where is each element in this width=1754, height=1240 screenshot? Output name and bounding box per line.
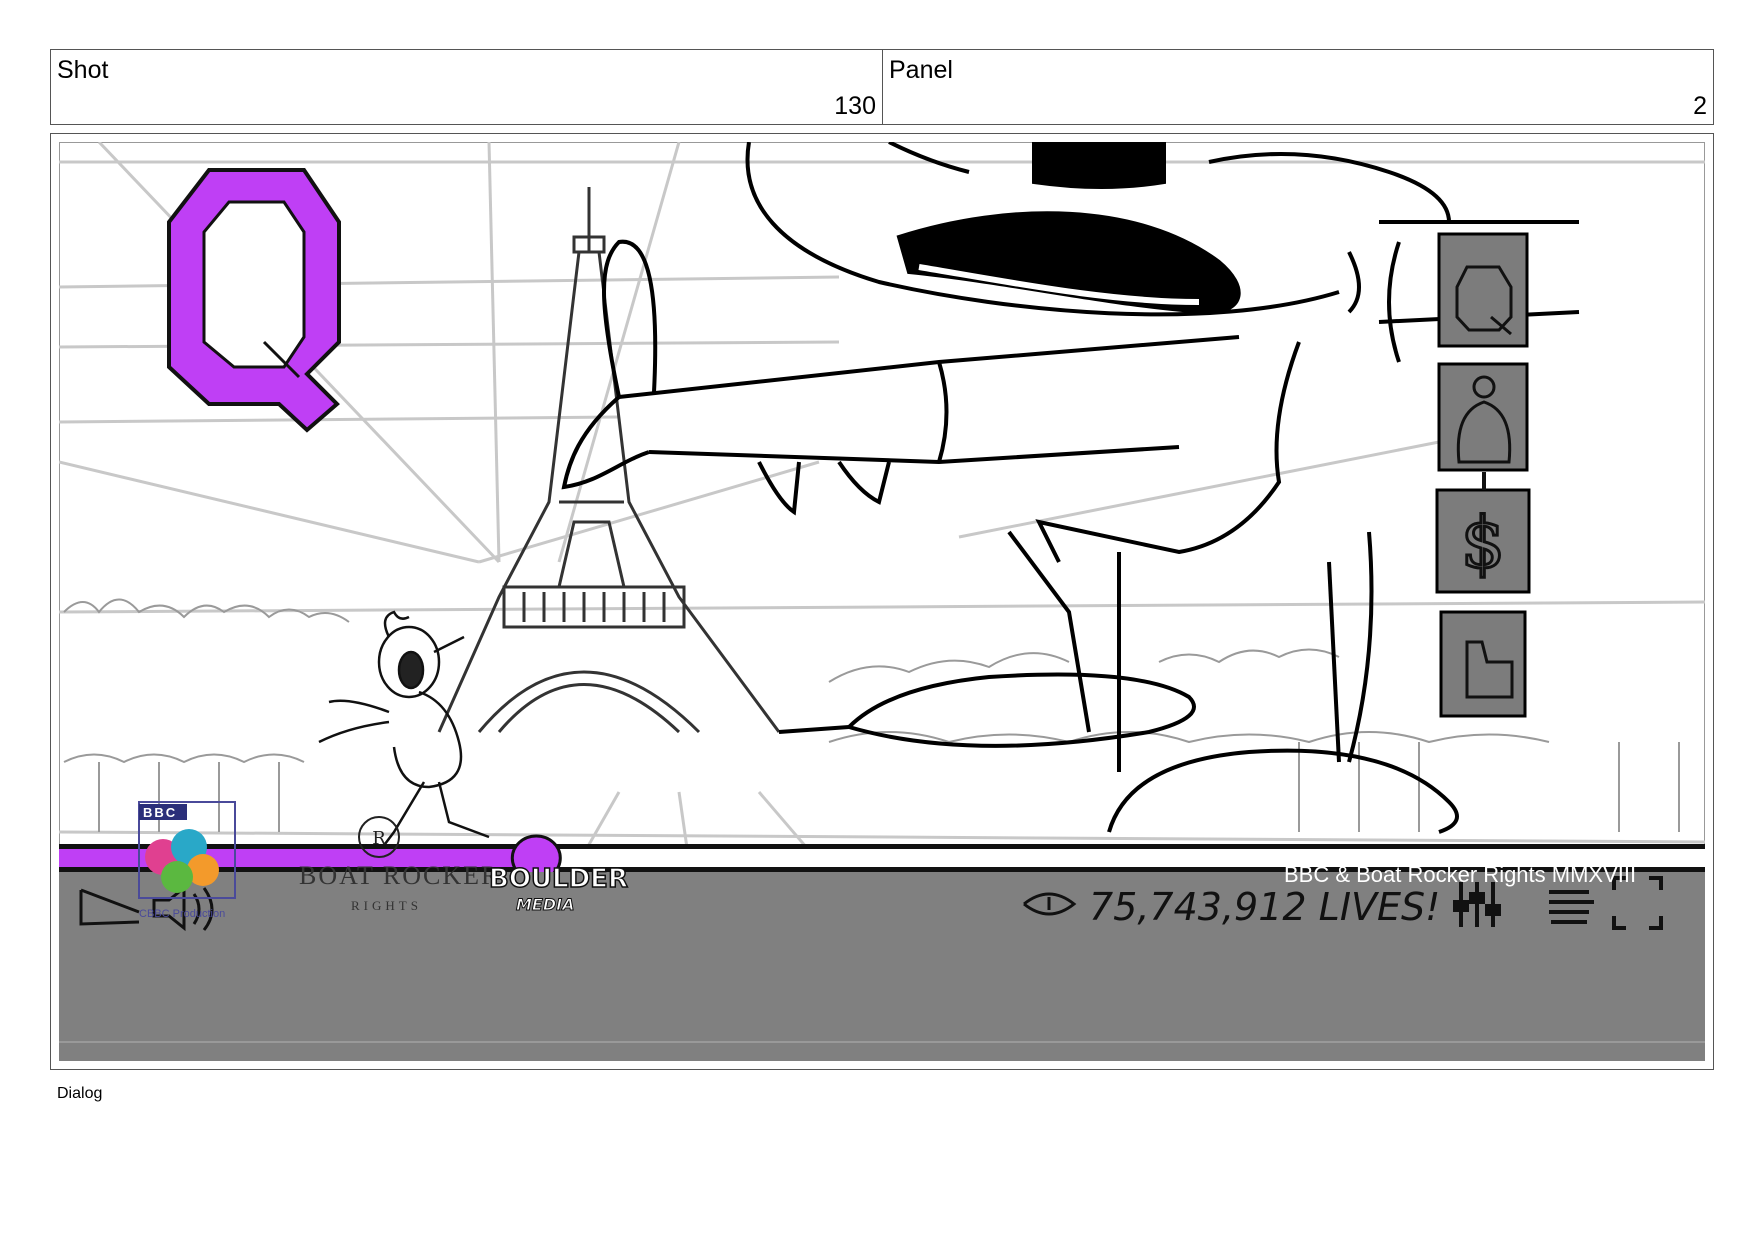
panel-number: 2 (1693, 92, 1707, 120)
svg-text:R: R (372, 828, 386, 849)
shot-label: Shot (57, 56, 109, 84)
boulder-sub: MEDIA (516, 895, 574, 914)
shot-panel-header: Shot 130 Panel 2 (50, 49, 1714, 125)
view-count: 75,743,912 LIVES! (1089, 885, 1440, 929)
panel-cell: Panel 2 (883, 50, 1713, 124)
shot-number: 130 (834, 92, 876, 120)
storyboard-frame: $ 75,743,912 LIVES! BBC & Boat Rocker Ri… (50, 133, 1714, 1070)
cbbc-caption: CBBC Production (139, 908, 225, 920)
copyright-text: BBC & Boat Rocker Rights MMXVIII (1284, 862, 1636, 887)
boat-rocker-sub: RIGHTS (351, 898, 422, 913)
equalizer-icon (1453, 882, 1501, 927)
big-q-letter (167, 168, 341, 433)
panel-label: Panel (889, 56, 953, 84)
boulder-text: BOULDER (489, 864, 628, 894)
bbc-text: BBC (143, 805, 177, 820)
shot-cell: Shot 130 (51, 50, 883, 124)
boat-rocker-text: BOAT ROCKER (299, 861, 500, 890)
storyboard-drawing: $ 75,743,912 LIVES! BBC & Boat Rocker Ri… (59, 142, 1705, 1061)
dialog-label: Dialog (57, 1085, 103, 1102)
svg-text:$: $ (1461, 502, 1506, 584)
